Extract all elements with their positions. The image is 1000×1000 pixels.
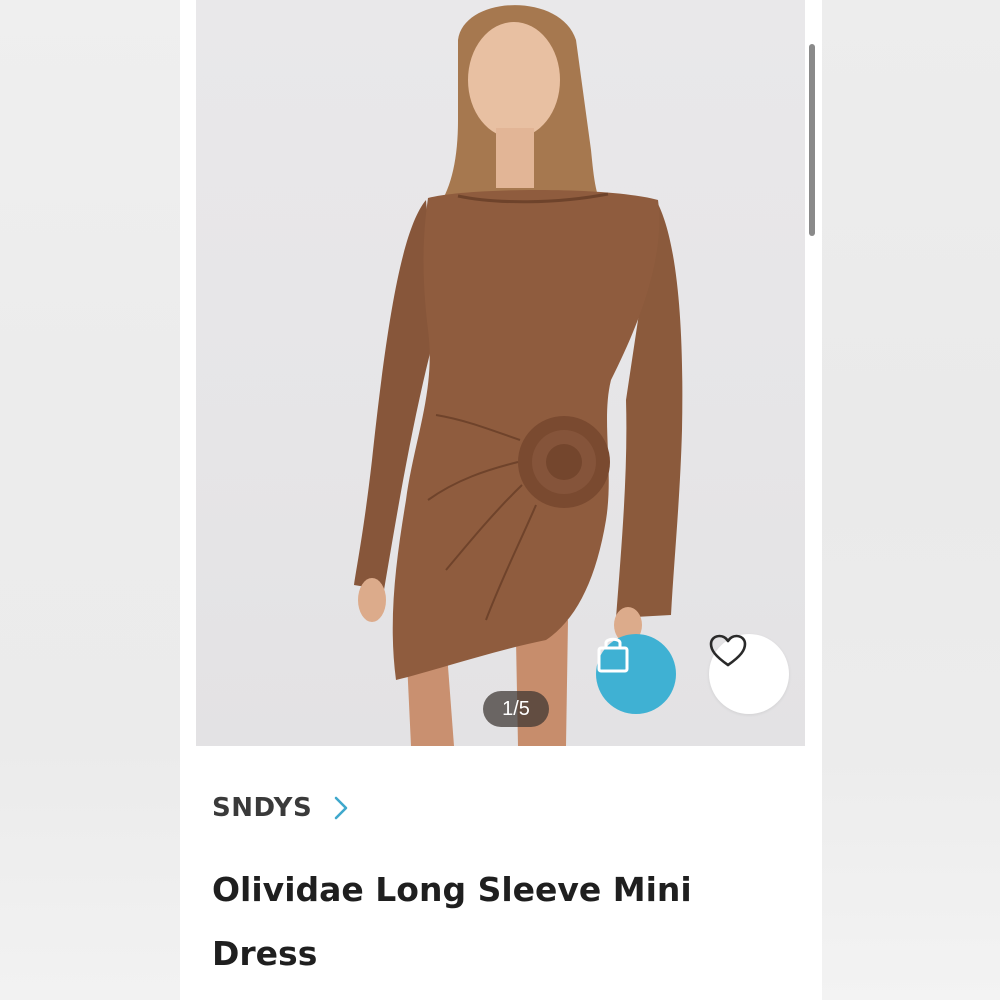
- brand-link[interactable]: SNDYS: [212, 788, 348, 828]
- shopping-bag-icon: [597, 637, 629, 673]
- product-screen: 1/5 SNDYS Olividae Long Sleeve Mini Dres…: [180, 0, 822, 1000]
- scrollbar[interactable]: [809, 44, 815, 236]
- like-button[interactable]: [709, 634, 789, 714]
- heart-icon: [709, 634, 747, 667]
- chevron-right-icon: [334, 796, 348, 820]
- product-title: Olividae Long Sleeve Mini Dress: [212, 870, 692, 973]
- blurred-background-left: [0, 0, 180, 1000]
- blurred-background-right: [822, 0, 1000, 1000]
- image-counter: 1/5: [483, 691, 549, 727]
- product-image-carousel[interactable]: 1/5: [196, 0, 805, 746]
- brand-name: SNDYS: [212, 793, 313, 823]
- add-to-bag-button[interactable]: [596, 634, 676, 714]
